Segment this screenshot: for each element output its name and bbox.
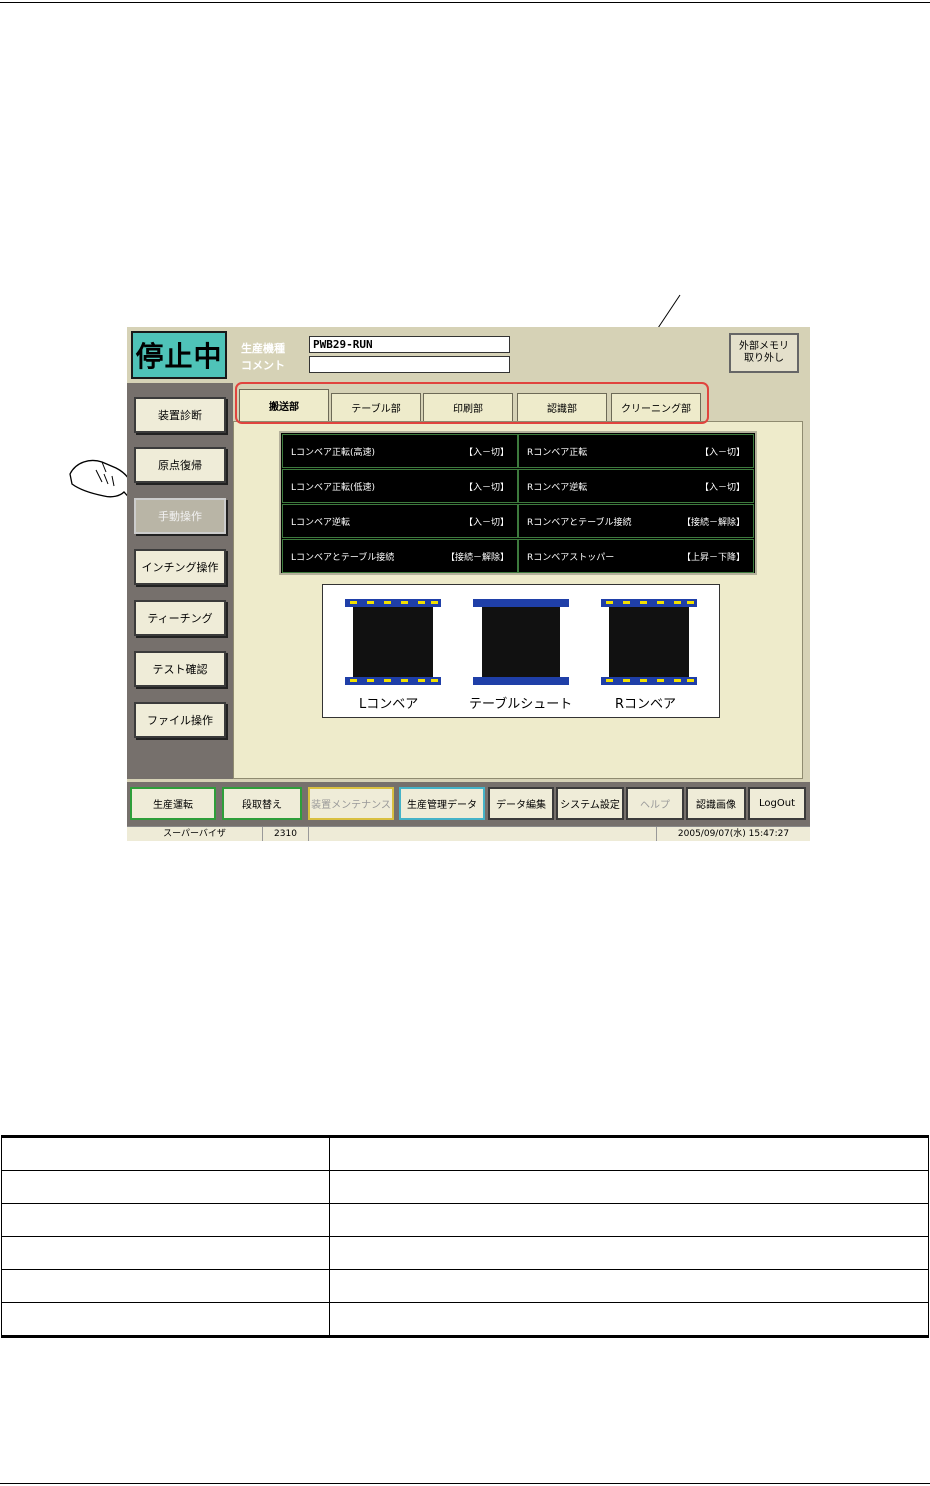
op-r-conveyor-table-connect[interactable]: Rコンベアとテーブル接続 【接続－解除】 — [518, 504, 754, 538]
op-l-conveyor-reverse[interactable]: Lコンベア逆転 【入－切】 — [282, 504, 518, 538]
table-cell — [329, 1170, 929, 1204]
side-menu: 装置診断 原点復帰 手動操作 インチング操作 ティーチング テスト確認 ファイル… — [127, 383, 233, 779]
op-name: Lコンベア正転(高速) — [291, 447, 376, 458]
op-state: 【入－切】 — [699, 482, 745, 493]
table-cell — [1, 1302, 330, 1338]
op-state: 【接続－解除】 — [445, 552, 509, 563]
bottom-button-maintenance[interactable]: 装置メンテナンス — [308, 787, 394, 820]
status-bar: スーパーバイザ 2310 2005/09/07(水) 15:47:27 — [127, 826, 810, 841]
bottom-button-system-settings[interactable]: システム設定 — [556, 787, 624, 820]
table-row — [1, 1203, 929, 1237]
op-l-conveyor-forward-low[interactable]: Lコンベア正転(低速) 【入－切】 — [282, 469, 518, 503]
bottom-button-data-edit[interactable]: データ編集 — [488, 787, 554, 820]
op-r-conveyor-forward[interactable]: Rコンベア正転 【入－切】 — [518, 434, 754, 468]
bottom-button-recognition-image[interactable]: 認識画像 — [686, 787, 746, 820]
side-button-test-check[interactable]: テスト確認 — [134, 651, 226, 687]
table-cell — [329, 1236, 929, 1270]
op-state: 【入－切】 — [463, 517, 509, 528]
machine-screen: 停止中 生産機種 コメント PWB29-RUN 外部メモリ 取り外し 装置診断 … — [127, 327, 810, 841]
side-button-inching[interactable]: インチング操作 — [134, 549, 226, 585]
op-name: Rコンベア逆転 — [527, 482, 588, 493]
side-button-diagnosis[interactable]: 装置診断 — [134, 397, 226, 433]
tab-highlight-frame — [235, 382, 709, 424]
status-message — [309, 827, 657, 841]
model-field[interactable]: PWB29-RUN — [309, 336, 510, 353]
table-cell — [1, 1170, 330, 1204]
l-conveyor-graphic — [345, 599, 441, 685]
table-cell — [329, 1203, 929, 1237]
diagram-label-l-conveyor: Lコンベア — [359, 697, 419, 712]
table-cell — [329, 1135, 929, 1171]
status-code: 2310 — [263, 827, 309, 841]
table-cell — [1, 1236, 330, 1270]
status-user: スーパーバイザ — [127, 827, 263, 841]
table-chute-graphic — [473, 599, 569, 685]
conveyor-diagram: Lコンベア テーブルシュート Rコンベア — [322, 584, 720, 718]
op-l-conveyor-forward-high[interactable]: Lコンベア正転(高速) 【入－切】 — [282, 434, 518, 468]
page-bottom-rule — [0, 1483, 930, 1484]
table-row — [1, 1135, 929, 1171]
r-conveyor-graphic — [601, 599, 697, 685]
op-r-conveyor-stopper[interactable]: Rコンベアストッパー 【上昇－下降】 — [518, 539, 754, 573]
bottom-button-production-data[interactable]: 生産管理データ — [399, 787, 485, 820]
side-button-file-operation[interactable]: ファイル操作 — [134, 702, 226, 738]
op-state: 【接続－解除】 — [681, 517, 745, 528]
side-button-manual-operation[interactable]: 手動操作 — [134, 498, 226, 534]
op-name: Rコンベア正転 — [527, 447, 588, 458]
comment-field[interactable] — [309, 356, 510, 373]
op-name: Lコンベアとテーブル接続 — [291, 552, 395, 563]
page-top-rule — [0, 2, 930, 3]
table-cell — [1, 1135, 330, 1171]
remove-external-memory-button[interactable]: 外部メモリ 取り外し — [729, 333, 799, 373]
table-cell — [329, 1302, 929, 1338]
operation-grid: Lコンベア正転(高速) 【入－切】 Rコンベア正転 【入－切】 Lコンベア正転(低速… — [279, 431, 757, 575]
side-button-origin-return[interactable]: 原点復帰 — [134, 447, 226, 483]
status-indicator: 停止中 — [131, 331, 227, 379]
op-name: Rコンベアストッパー — [527, 552, 615, 563]
table-cell — [1, 1269, 330, 1303]
diagram-label-r-conveyor: Rコンベア — [615, 697, 677, 712]
op-r-conveyor-reverse[interactable]: Rコンベア逆転 【入－切】 — [518, 469, 754, 503]
spec-table — [1, 1135, 929, 1338]
op-name: Lコンベア正転(低速) — [291, 482, 376, 493]
diagram-label-table-chute: テーブルシュート — [469, 697, 573, 712]
bottom-button-help[interactable]: ヘルプ — [626, 787, 684, 820]
bottom-menu: 生産運転 段取替え 装置メンテナンス 生産管理データ データ編集 システム設定 … — [127, 782, 810, 826]
bottom-button-changeover[interactable]: 段取替え — [222, 787, 302, 820]
op-state: 【入－切】 — [699, 447, 745, 458]
side-button-teaching[interactable]: ティーチング — [134, 600, 226, 636]
table-row — [1, 1269, 929, 1303]
op-state: 【上昇－下降】 — [681, 552, 745, 563]
status-datetime: 2005/09/07(水) 15:47:27 — [677, 829, 790, 839]
op-name: Lコンベア逆転 — [291, 517, 351, 528]
table-cell — [1, 1203, 330, 1237]
table-row — [1, 1236, 929, 1270]
model-label: 生産機種 — [241, 342, 285, 355]
op-l-conveyor-table-connect[interactable]: Lコンベアとテーブル接続 【接続－解除】 — [282, 539, 518, 573]
op-name: Rコンベアとテーブル接続 — [527, 517, 632, 528]
table-row — [1, 1302, 929, 1338]
bottom-button-production-run[interactable]: 生産運転 — [130, 787, 216, 820]
op-state: 【入－切】 — [463, 482, 509, 493]
bottom-button-logout[interactable]: LogOut — [748, 787, 806, 820]
table-cell — [329, 1269, 929, 1303]
comment-label: コメント — [241, 359, 285, 372]
op-state: 【入－切】 — [463, 447, 509, 458]
table-row — [1, 1170, 929, 1204]
